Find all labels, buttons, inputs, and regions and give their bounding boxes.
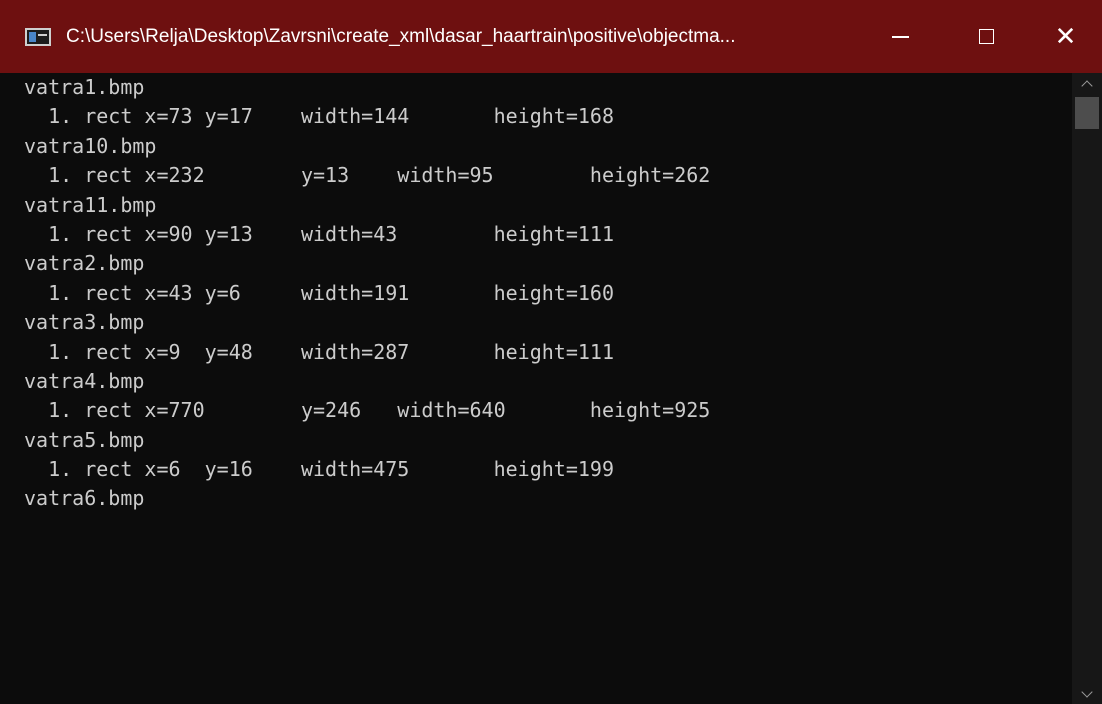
minimize-button[interactable] [857, 0, 943, 73]
chevron-down-icon [1081, 685, 1093, 698]
chevron-up-icon [1081, 79, 1093, 92]
scroll-up-button[interactable] [1072, 73, 1102, 93]
console-window: C:\Users\Relja\Desktop\Zavrsni\create_xm… [0, 0, 1102, 704]
console-line: 1. rect x=73 y=17 width=144 height=168 [24, 104, 615, 129]
console-line: 1. rect x=9 y=48 width=287 height=111 [24, 339, 615, 364]
console-line: vatra11.bmp [24, 192, 157, 217]
console-app-icon[interactable] [25, 28, 51, 46]
minimize-icon [891, 35, 909, 38]
console-output[interactable]: vatra1.bmp 1. rect x=73 y=17 width=144 h… [0, 73, 1072, 704]
vertical-scrollbar[interactable] [1072, 73, 1102, 704]
console-line: vatra2.bmp [24, 251, 145, 276]
console-line: vatra6.bmp [24, 486, 145, 511]
console-line: vatra5.bmp [24, 427, 145, 452]
console-line: vatra10.bmp [24, 133, 157, 158]
console-line: 1. rect x=90 y=13 width=43 height=111 [24, 221, 615, 246]
close-button[interactable]: ✕ [1029, 0, 1102, 73]
scroll-down-button[interactable] [1072, 684, 1102, 704]
console-line: 1. rect x=232 y=13 width=95 height=262 [24, 163, 711, 188]
console-line: vatra4.bmp [24, 368, 145, 393]
maximize-icon [978, 29, 994, 44]
scrollbar-thumb[interactable] [1075, 97, 1099, 129]
console-line: 1. rect x=770 y=246 width=640 height=925 [24, 398, 711, 423]
console-line: 1. rect x=6 y=16 width=475 height=199 [24, 457, 615, 482]
console-line: vatra1.bmp [24, 75, 145, 99]
window-title: C:\Users\Relja\Desktop\Zavrsni\create_xm… [66, 26, 736, 47]
maximize-button[interactable] [943, 0, 1029, 73]
title-bar[interactable]: C:\Users\Relja\Desktop\Zavrsni\create_xm… [0, 0, 1102, 73]
console-line: vatra3.bmp [24, 310, 145, 335]
console-line: 1. rect x=43 y=6 width=191 height=160 [24, 280, 615, 305]
close-icon: ✕ [1054, 21, 1077, 52]
